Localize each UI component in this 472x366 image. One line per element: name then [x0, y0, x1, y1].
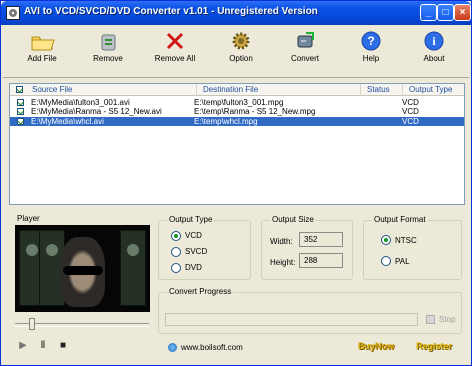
output-format-title: Output Format [372, 215, 428, 224]
vcd-label: VCD [185, 231, 202, 240]
sunglasses-image [63, 266, 103, 275]
add-file-label: Add File [27, 54, 57, 63]
output-type-cell: VCD [402, 107, 419, 116]
help-icon: ? [361, 31, 381, 51]
website-link[interactable]: www.boilsoft.com [181, 343, 243, 352]
seek-bar[interactable] [15, 323, 149, 327]
option-button[interactable]: Option [224, 30, 258, 76]
video-tile [120, 230, 146, 306]
file-row[interactable]: E:\MyMedia\fulton3_001.avi E:\temp\fulto… [10, 98, 464, 107]
video-preview [15, 225, 150, 312]
main-toolbar: Add File Remove Remove All Option Conver… [3, 28, 469, 78]
seek-handle[interactable] [29, 318, 35, 330]
stop-player-button[interactable]: ■ [58, 341, 68, 351]
source-file-cell: E:\MyMedia\Ranma - S5 12_New.avi [31, 107, 162, 116]
height-label: Height: [270, 258, 296, 267]
window-title: AVI to VCD/SVCD/DVD Converter v1.01 - Un… [24, 6, 318, 17]
output-type-title: Output Type [167, 215, 215, 224]
remove-all-button[interactable]: Remove All [151, 30, 199, 76]
ntsc-radio[interactable] [381, 235, 391, 245]
output-type-header[interactable]: Output Type [403, 84, 464, 96]
convert-button[interactable]: Convert [287, 30, 323, 76]
info-icon: i [424, 31, 444, 51]
convert-icon [297, 32, 314, 48]
register-button[interactable]: Register [416, 341, 452, 351]
status-cell [361, 107, 401, 116]
svg-text:?: ? [367, 34, 374, 48]
vcd-radio[interactable] [171, 231, 181, 241]
source-file-cell: E:\MyMedia\whcl.avi [31, 117, 104, 126]
destination-file-cell: E:\temp\Ranma - S5 12_New.mpg [194, 107, 316, 116]
dvd-label: DVD [185, 263, 202, 272]
remove-label: Remove [93, 54, 123, 63]
about-button[interactable]: i About [419, 30, 449, 76]
width-label: Width: [270, 237, 293, 246]
select-all-checkbox[interactable] [16, 86, 23, 93]
add-file-button[interactable]: Add File [23, 30, 61, 76]
output-size-group: Output Size [261, 215, 353, 280]
gear-icon [232, 32, 250, 50]
output-format-group: Output Format [363, 215, 462, 280]
destination-file-cell: E:\temp\whcl.mpg [194, 117, 258, 126]
output-type-cell: VCD [402, 98, 419, 107]
red-x-icon [166, 32, 184, 50]
convert-progress-bar [165, 313, 418, 326]
converter-window: AVI to VCD/SVCD/DVD Converter v1.01 - Un… [0, 0, 472, 366]
file-list[interactable]: Source File Destination File Status Outp… [9, 83, 465, 205]
file-row[interactable]: E:\MyMedia\Ranma - S5 12_New.avi E:\temp… [10, 107, 464, 116]
destination-file-header[interactable]: Destination File [197, 84, 361, 96]
convert-label: Convert [290, 54, 319, 63]
convert-progress-title: Convert Progress [167, 287, 234, 296]
play-button[interactable]: ▶ [18, 341, 28, 351]
row-checkbox[interactable] [17, 99, 24, 106]
close-button[interactable]: × [454, 4, 471, 21]
maximize-button[interactable]: □ [437, 4, 454, 21]
remove-all-label: Remove All [154, 54, 196, 63]
status-cell [361, 98, 401, 107]
pause-button[interactable]: Ⅱ [38, 341, 48, 351]
pal-radio[interactable] [381, 256, 391, 266]
disc-icon [6, 6, 20, 20]
row-checkbox[interactable] [17, 118, 24, 125]
output-type-cell: VCD [402, 117, 419, 126]
width-field[interactable]: 352 [299, 232, 343, 247]
stop-icon [426, 315, 435, 324]
about-label: About [423, 54, 445, 63]
recycle-icon [101, 34, 116, 51]
file-row[interactable]: E:\MyMedia\whcl.avi E:\temp\whcl.mpg VCD [10, 117, 464, 126]
status-header[interactable]: Status [361, 84, 403, 96]
height-field[interactable]: 288 [299, 253, 343, 268]
folder-icon [31, 36, 55, 51]
pal-label: PAL [395, 257, 410, 266]
svcd-label: SVCD [185, 247, 208, 256]
destination-file-cell: E:\temp\fulton3_001.mpg [194, 98, 284, 107]
title-bar: AVI to VCD/SVCD/DVD Converter v1.01 - Un… [1, 1, 471, 25]
source-file-cell: E:\MyMedia\fulton3_001.avi [31, 98, 130, 107]
row-checkbox[interactable] [17, 108, 24, 115]
remove-button[interactable]: Remove [89, 30, 127, 76]
help-button[interactable]: ? Help [356, 30, 386, 76]
buy-now-button[interactable]: BuyNow [358, 341, 394, 351]
minimize-button[interactable]: _ [420, 4, 437, 21]
dvd-radio[interactable] [171, 263, 181, 273]
source-file-header[interactable]: Source File [26, 84, 197, 96]
output-size-title: Output Size [270, 215, 316, 224]
status-cell [361, 117, 401, 126]
globe-icon [168, 343, 177, 352]
player-label: Player [17, 214, 40, 223]
svcd-radio[interactable] [171, 247, 181, 257]
ntsc-label: NTSC [395, 236, 417, 245]
stop-button[interactable]: Stop [439, 315, 455, 324]
help-label: Help [362, 54, 380, 63]
option-label: Option [229, 54, 253, 63]
file-list-header: Source File Destination File Status Outp… [10, 84, 464, 96]
